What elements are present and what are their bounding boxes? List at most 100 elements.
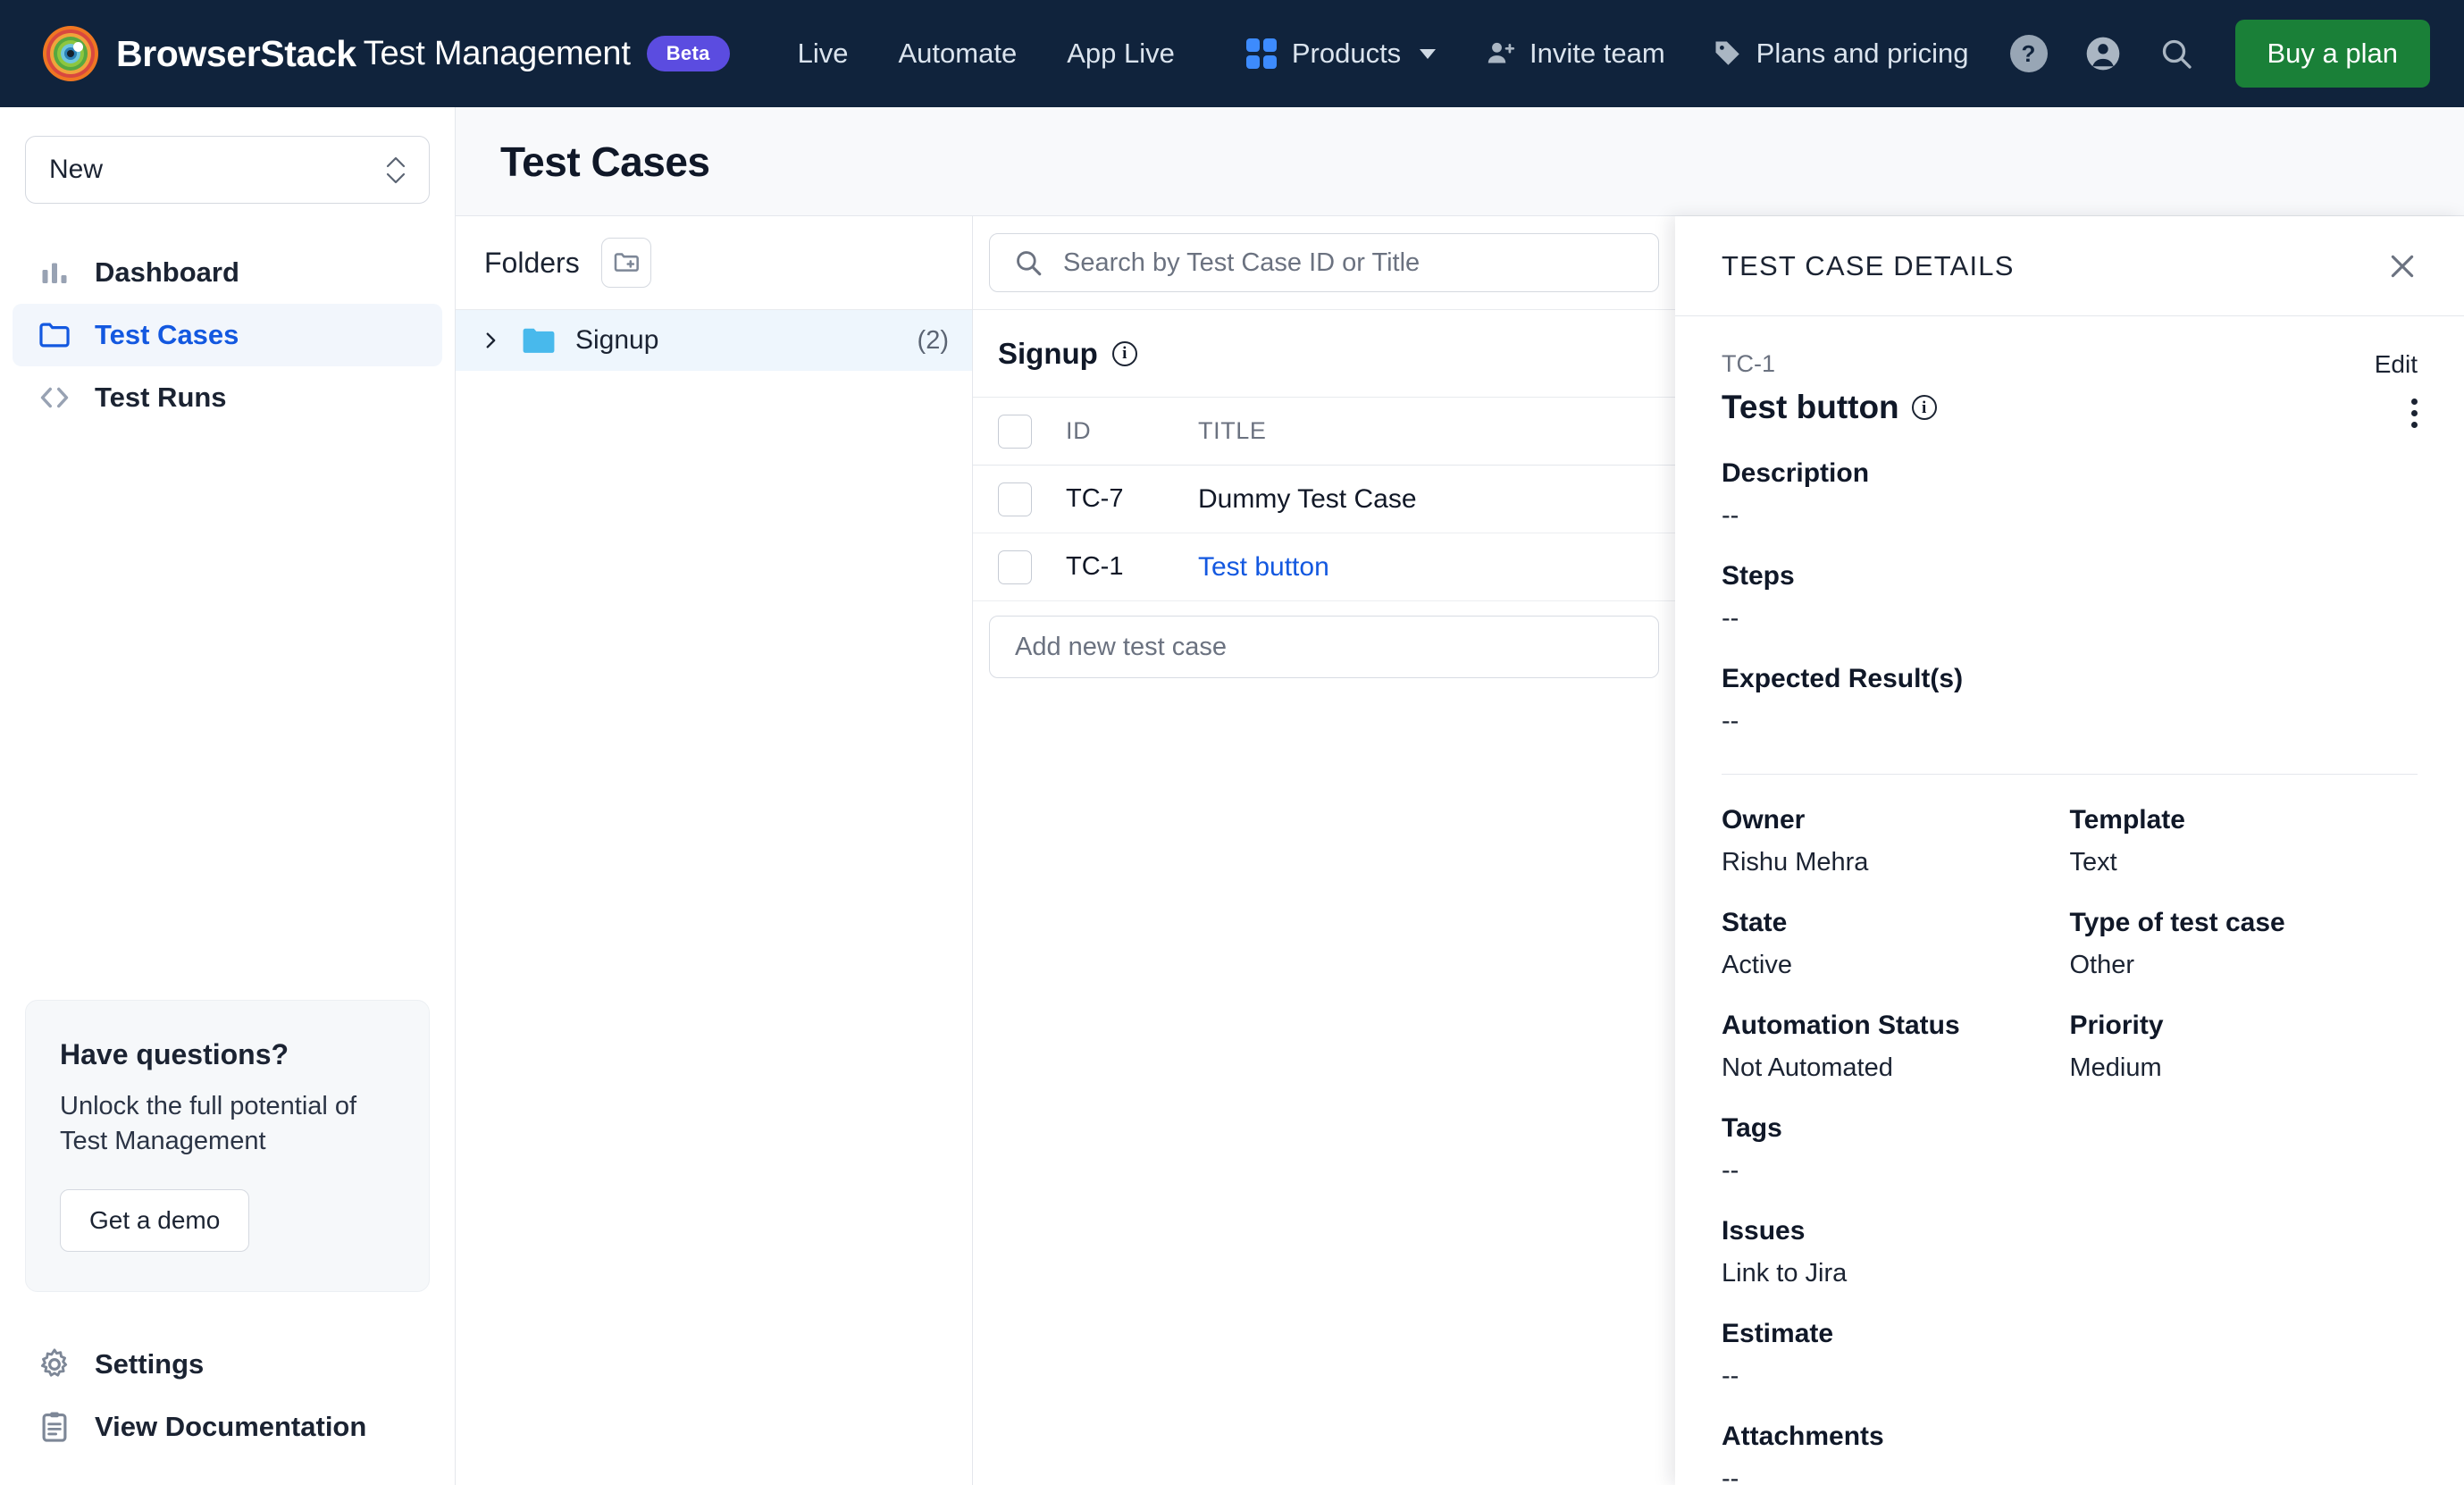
details-field-type-of-test-case: Type of test case Other xyxy=(2070,908,2418,980)
get-a-demo-button[interactable]: Get a demo xyxy=(60,1189,250,1252)
field-label: Expected Result(s) xyxy=(1722,664,1964,693)
details-meta-grid: Owner Rishu Mehra Template Text State Ac… xyxy=(1722,775,2418,1083)
chevron-down-icon xyxy=(1420,48,1437,59)
field-label: Automation Status xyxy=(1722,1011,1960,1040)
details-field-state: State Active xyxy=(1722,908,2070,980)
search-row xyxy=(973,216,1675,310)
field-value: Text xyxy=(2069,848,2117,877)
products-label: Products xyxy=(1291,38,1402,69)
person-add-icon xyxy=(1488,42,1515,63)
field-value: Rishu Mehra xyxy=(1722,848,1869,877)
details-field-owner: Owner Rishu Mehra xyxy=(1722,805,2070,877)
link-to-jira-link[interactable]: Link to Jira xyxy=(1722,1259,2418,1288)
price-tag-icon xyxy=(1715,41,1739,65)
sidebar-item-settings[interactable]: Settings xyxy=(13,1333,442,1396)
folder-row-signup[interactable]: Signup (2) xyxy=(456,310,972,371)
field-label: Attachments xyxy=(1722,1422,1884,1451)
search-box[interactable] xyxy=(989,233,1659,292)
sidebar-item-label: Test Cases xyxy=(95,319,239,350)
buy-a-plan-button[interactable]: Buy a plan xyxy=(2234,20,2430,88)
question-mark-icon: ? xyxy=(2009,35,2048,72)
products-menu[interactable]: Products xyxy=(1221,38,1461,70)
product-name: Test Management xyxy=(363,34,631,72)
brand-block[interactable]: BrowserStack Test Management Beta xyxy=(43,26,730,81)
project-selector[interactable]: New xyxy=(25,136,430,204)
info-icon[interactable]: i xyxy=(1911,395,1937,420)
search-icon xyxy=(1013,248,1043,278)
invite-team-button[interactable]: Invite team xyxy=(1462,38,1689,70)
help-button[interactable]: ? xyxy=(1992,35,2066,72)
test-case-details-panel: TEST CASE DETAILS TC-1 Test button i Edi… xyxy=(1675,216,2464,1485)
field-value: -- xyxy=(1722,1362,1739,1390)
beta-badge: Beta xyxy=(646,36,730,71)
nav-link-live[interactable]: Live xyxy=(773,38,874,70)
main-content: Test Cases Folders Signup (2) Search by … xyxy=(456,107,2464,1485)
nav-link-automate[interactable]: Automate xyxy=(874,38,1043,70)
field-value: -- xyxy=(1722,1464,1739,1485)
sidebar-item-label: Dashboard xyxy=(95,256,239,288)
row-checkbox[interactable] xyxy=(998,550,1032,584)
sidebar-item-dashboard[interactable]: Dashboard xyxy=(13,241,442,304)
field-value: -- xyxy=(1722,1156,1739,1185)
chevron-up-down-icon xyxy=(386,156,406,184)
select-all-checkbox[interactable] xyxy=(998,414,1032,449)
field-label: Steps xyxy=(1722,561,1795,591)
more-options-icon[interactable] xyxy=(2411,399,2418,428)
folder-count: (2) xyxy=(917,325,949,355)
close-icon[interactable] xyxy=(2387,251,2418,281)
add-new-test-case-input[interactable]: Add new test case xyxy=(989,616,1659,678)
sidebar-item-test-runs[interactable]: Test Runs xyxy=(13,366,442,429)
search-icon xyxy=(2162,39,2192,69)
row-checkbox[interactable] xyxy=(998,482,1032,516)
app-root: BrowserStack Test Management Beta Live A… xyxy=(0,0,2464,1485)
sidebar-bottom-links: Settings View Documentation xyxy=(0,1292,455,1485)
details-field-template: Template Text xyxy=(2070,805,2418,877)
column-header-title: TITLE xyxy=(1198,417,1267,444)
help-card-title: Have questions? xyxy=(60,1038,289,1071)
info-icon[interactable]: i xyxy=(1111,340,1137,366)
plans-pricing-button[interactable]: Plans and pricing xyxy=(1689,38,1992,70)
row-id: TC-7 xyxy=(1066,484,1124,513)
top-navigation-bar: BrowserStack Test Management Beta Live A… xyxy=(0,0,2464,107)
row-id: TC-1 xyxy=(1066,552,1124,581)
sidebar-item-label: Settings xyxy=(95,1348,205,1380)
test-case-list-pane: Signup i ID TITLE TC-7 Dummy Test Case xyxy=(973,216,1675,1485)
details-field-description: Description -- xyxy=(1722,458,2418,531)
chevron-right-icon[interactable] xyxy=(479,331,502,350)
table-row[interactable]: TC-1 Test button xyxy=(973,533,1675,601)
field-label: Priority xyxy=(2069,1011,2164,1040)
brand-name: BrowserStack xyxy=(116,32,356,74)
left-sidebar: New Dashboard Test Cases Test Runs Have … xyxy=(0,107,456,1485)
sidebar-item-label: Test Runs xyxy=(95,382,227,413)
search-button[interactable] xyxy=(2141,36,2212,71)
edit-button[interactable]: Edit xyxy=(2375,350,2418,379)
plans-pricing-label: Plans and pricing xyxy=(1756,38,1969,69)
add-folder-button[interactable] xyxy=(600,238,651,288)
nav-right-cluster: Invite team Plans and pricing ? Buy a pl… xyxy=(1462,20,2430,88)
field-value: Medium xyxy=(2069,1053,2162,1082)
folder-icon xyxy=(522,326,556,355)
details-test-case-name-row: Test button i xyxy=(1722,389,2375,426)
field-label: Description xyxy=(1722,458,1870,488)
details-field-automation-status: Automation Status Not Automated xyxy=(1722,1011,2070,1083)
search-input[interactable] xyxy=(1063,248,1635,278)
project-selector-value: New xyxy=(49,155,104,184)
browserstack-logo-icon xyxy=(43,26,98,81)
field-value: Other xyxy=(2069,951,2135,979)
details-field-expected-results: Expected Result(s) -- xyxy=(1722,664,2418,736)
primary-nav-links: Live Automate App Live Products xyxy=(773,38,1462,70)
field-value: -- xyxy=(1722,604,1739,633)
table-row[interactable]: TC-7 Dummy Test Case xyxy=(973,466,1675,533)
field-label: Type of test case xyxy=(2069,908,2285,937)
sidebar-item-test-cases[interactable]: Test Cases xyxy=(13,304,442,366)
sidebar-nav-list: Dashboard Test Cases Test Runs xyxy=(0,241,455,429)
details-test-case-name: Test button xyxy=(1722,389,1899,425)
row-title[interactable]: Dummy Test Case xyxy=(1198,484,1417,515)
sidebar-item-view-documentation[interactable]: View Documentation xyxy=(13,1396,442,1458)
content-panes: Folders Signup (2) Search by Test Case I… xyxy=(456,216,2464,1485)
help-card-subtitle: Unlock the full potential of Test Manage… xyxy=(60,1092,357,1156)
row-title[interactable]: Test button xyxy=(1198,552,1329,583)
nav-link-app-live[interactable]: App Live xyxy=(1042,38,1200,70)
details-field-tags: Tags -- xyxy=(1722,1113,2418,1186)
account-button[interactable] xyxy=(2066,34,2141,73)
